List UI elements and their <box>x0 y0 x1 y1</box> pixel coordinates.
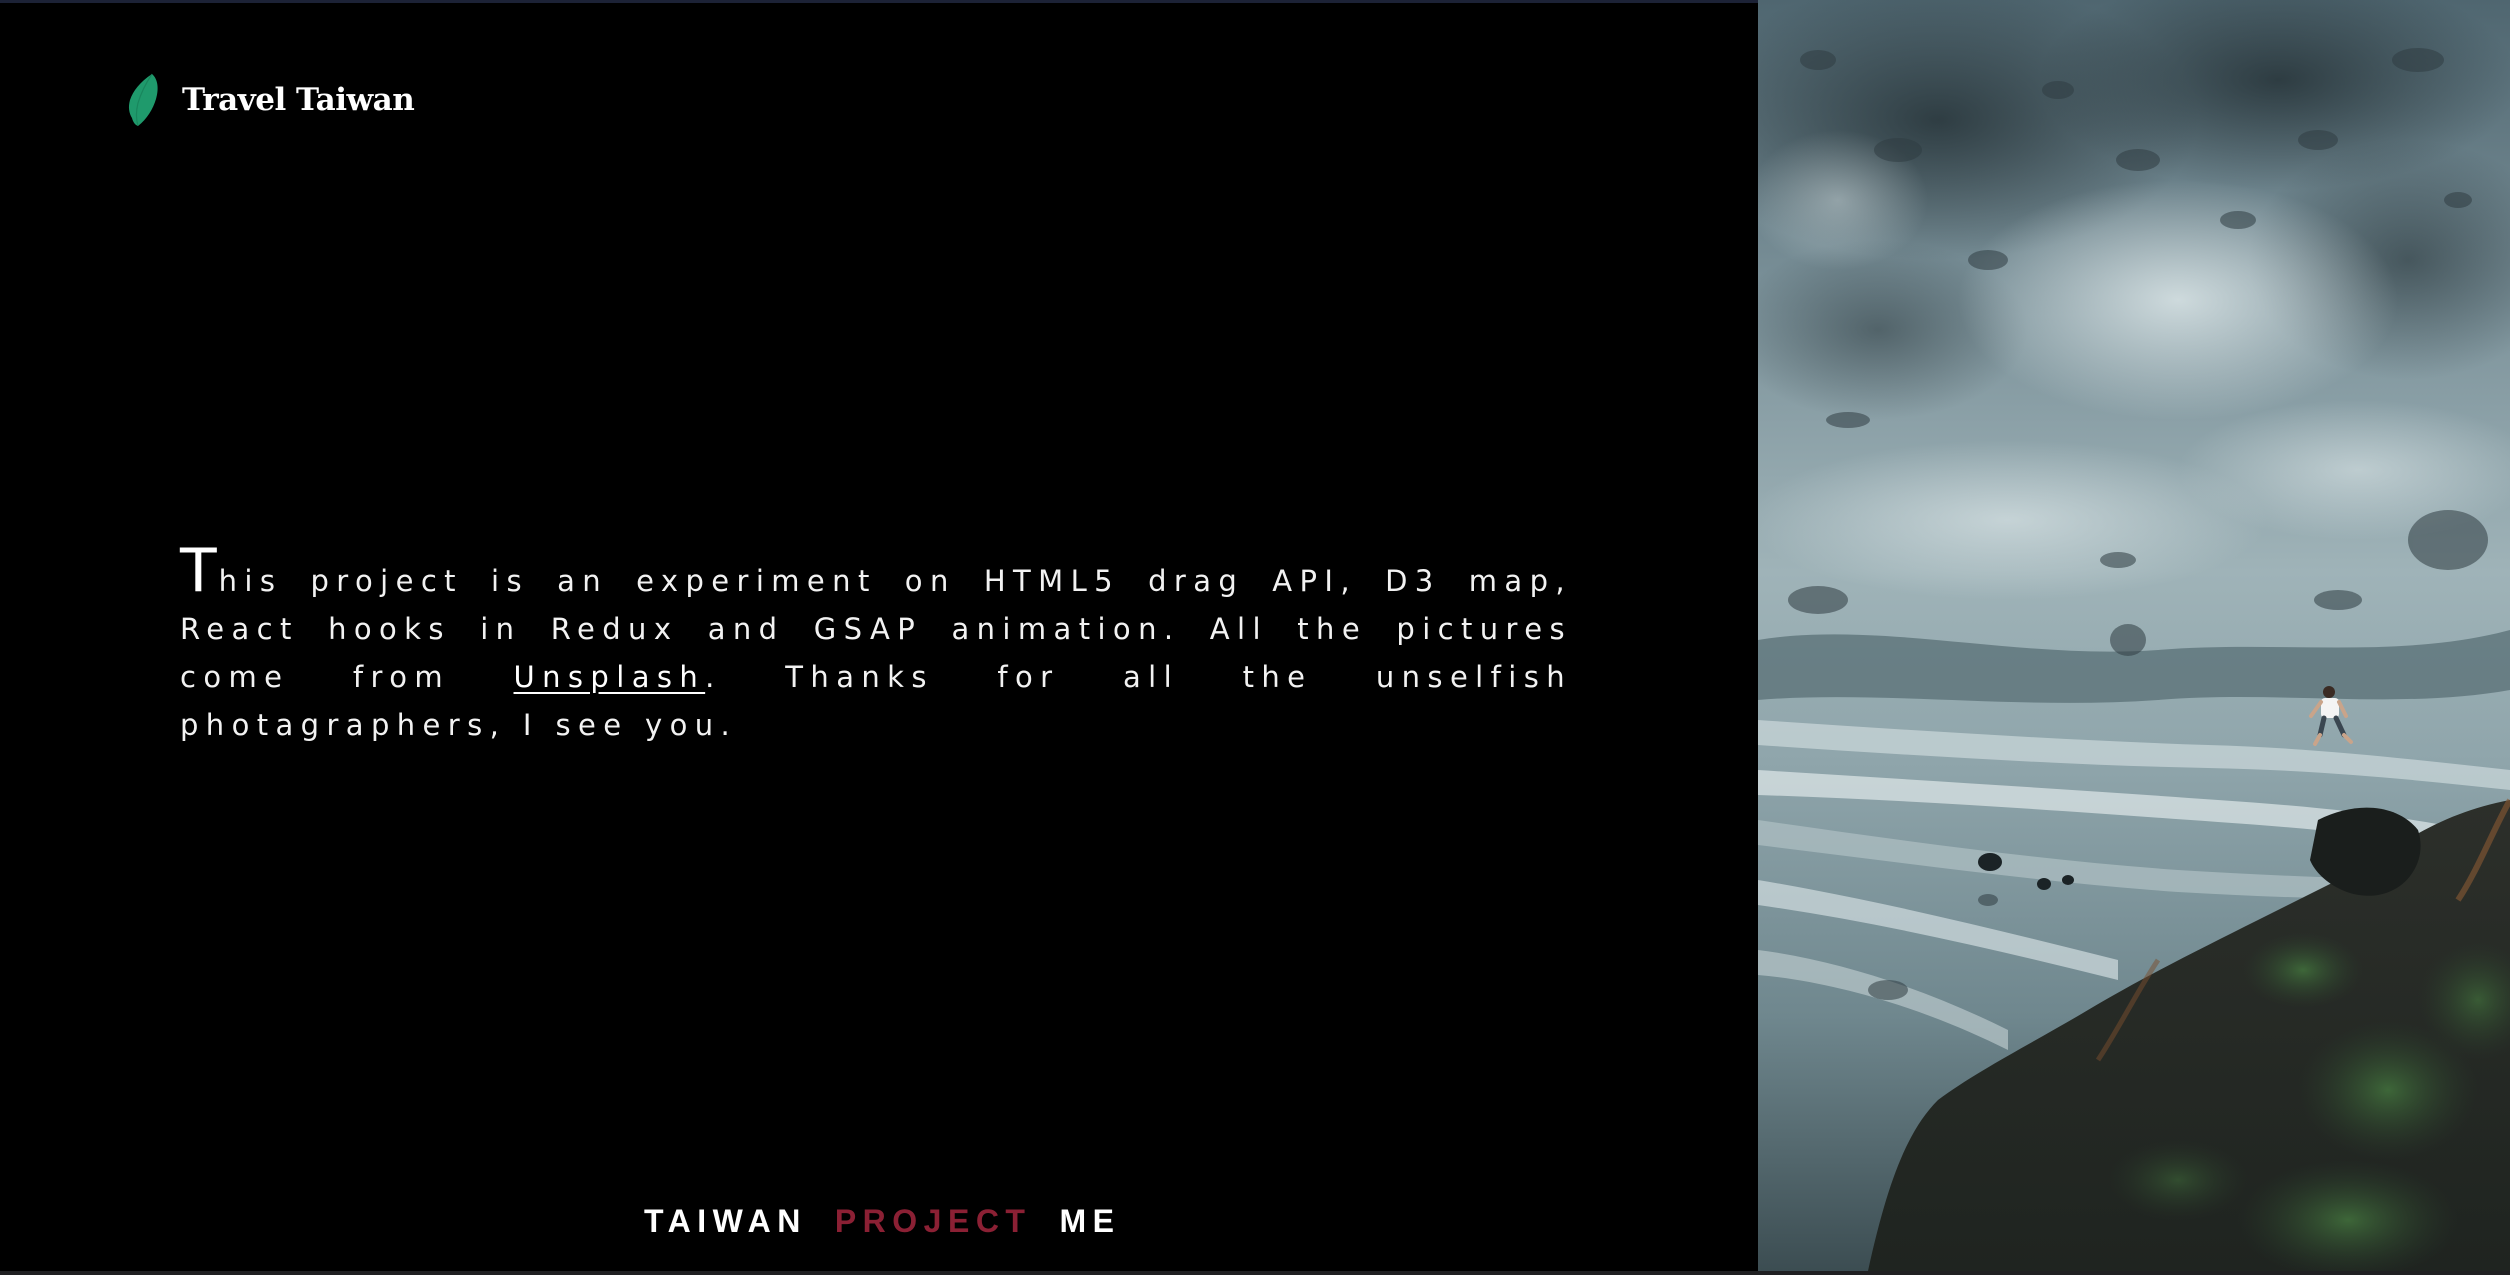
taiwan-island-icon <box>128 73 158 127</box>
intro-paragraph: This project is an experiment on HTML5 d… <box>180 541 1572 749</box>
aerial-coastline-photo <box>1758 0 2510 1271</box>
content-panel: Travel Taiwan This project is an experim… <box>0 3 1758 1271</box>
main-nav: TAIWAN PROJECT ME <box>644 1203 1148 1240</box>
brand-name: Travel Taiwan <box>182 82 415 118</box>
brand-logo-link[interactable]: Travel Taiwan <box>128 73 415 127</box>
nav-item-taiwan[interactable]: TAIWAN <box>644 1203 807 1240</box>
bottom-border <box>0 1271 2510 1275</box>
unsplash-link[interactable]: Unsplash <box>514 660 706 694</box>
nav-item-me[interactable]: ME <box>1059 1203 1120 1240</box>
intro-dropcap: T <box>180 536 219 606</box>
nav-item-project[interactable]: PROJECT <box>835 1203 1032 1240</box>
